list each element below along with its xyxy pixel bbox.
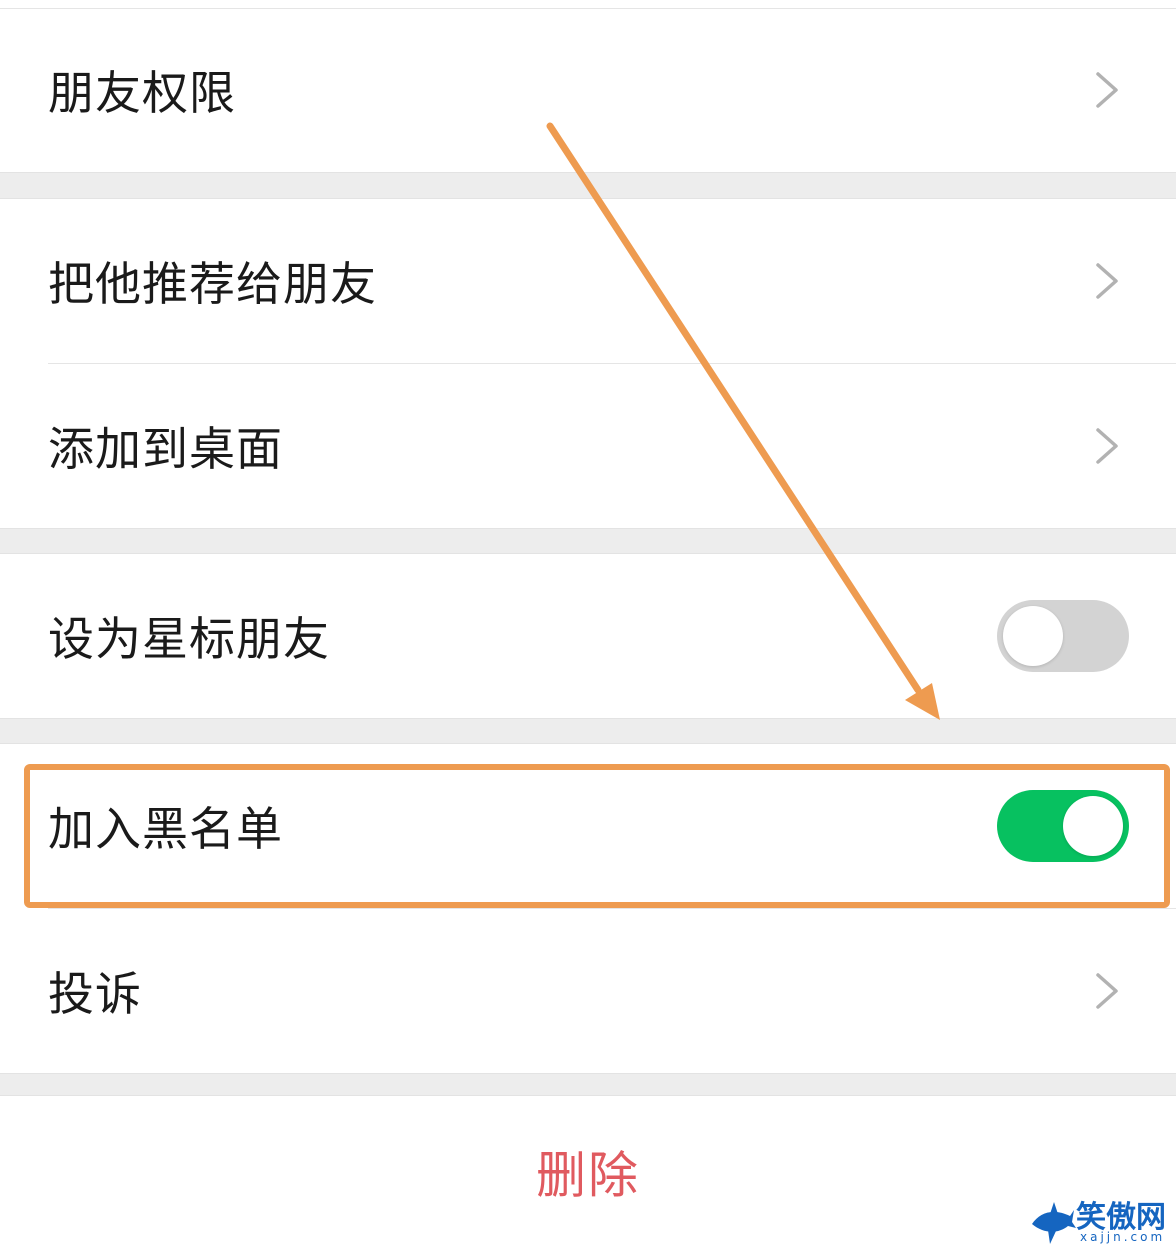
complain-label: 投诉: [48, 967, 142, 1021]
toggle-knob: [1003, 606, 1063, 666]
recommend-to-friend-row[interactable]: 把他推荐给朋友: [0, 199, 1176, 363]
friend-permissions-label: 朋友权限: [48, 66, 236, 120]
chevron-right-icon: [1092, 426, 1122, 466]
recommend-to-friend-label: 把他推荐给朋友: [48, 257, 377, 311]
friend-permissions-row[interactable]: 朋友权限: [0, 8, 1176, 172]
blacklist-toggle[interactable]: [997, 790, 1129, 862]
section-gap: [0, 172, 1176, 199]
star-friend-toggle[interactable]: [997, 600, 1129, 672]
delete-label: 删除: [536, 1146, 640, 1205]
star-friend-label: 设为星标朋友: [48, 612, 330, 666]
chevron-right-icon: [1092, 261, 1122, 301]
section-gap: [0, 718, 1176, 744]
chevron-right-icon: [1092, 70, 1122, 110]
add-to-desktop-label: 添加到桌面: [48, 422, 283, 476]
section-gap: [0, 528, 1176, 554]
star-friend-row: 设为星标朋友: [0, 554, 1176, 718]
chevron-right-icon: [1092, 971, 1122, 1011]
complain-row[interactable]: 投诉: [0, 909, 1176, 1073]
section-gap: [0, 1073, 1176, 1096]
blacklist-label: 加入黑名单: [48, 802, 283, 856]
delete-contact-button[interactable]: 删除: [0, 1096, 1176, 1254]
blacklist-row: 加入黑名单: [0, 744, 1176, 908]
contact-settings-screen: 朋友权限 把他推荐给朋友 添加到桌面 设为星标朋友 加入黑名单 投诉 删除 笑傲…: [0, 0, 1176, 1254]
add-to-desktop-row[interactable]: 添加到桌面: [0, 364, 1176, 528]
toggle-knob: [1063, 796, 1123, 856]
top-divider: [0, 8, 1176, 9]
